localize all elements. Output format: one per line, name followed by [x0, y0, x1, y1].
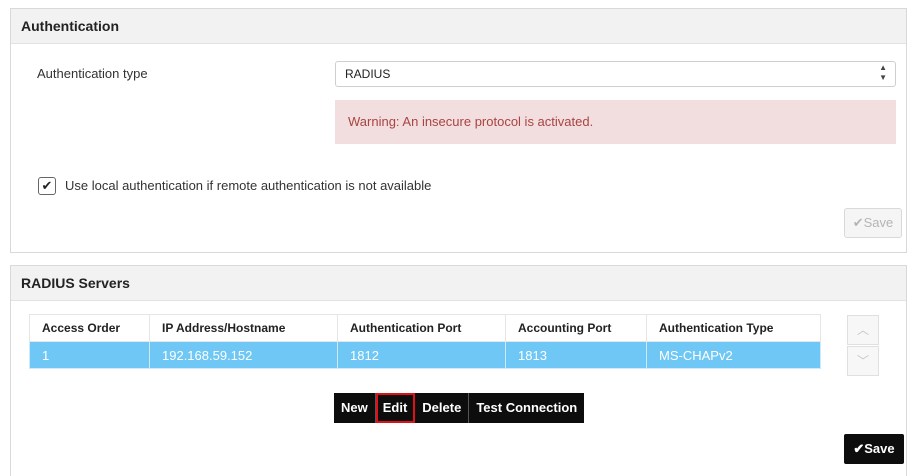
auth-save-label: Save	[863, 215, 894, 230]
auth-type-select[interactable]: RADIUS ▲ ▼	[335, 61, 896, 87]
move-up-button[interactable]: ︿	[847, 315, 879, 345]
table-row[interactable]: 1 192.168.59.152 1812 1813 MS-CHAPv2	[29, 341, 821, 369]
select-arrows-icon: ▲ ▼	[879, 63, 887, 82]
auth-type-selected-value: RADIUS	[345, 67, 391, 81]
chevron-up-icon: ︿	[856, 323, 869, 337]
cell-accounting-port: 1813	[505, 341, 647, 369]
chevron-down-icon: ﹀	[856, 354, 869, 368]
column-header-access-order[interactable]: Access Order	[29, 314, 150, 342]
cell-access-order: 1	[29, 341, 150, 369]
cell-auth-port: 1812	[337, 341, 506, 369]
check-icon: ✔	[41, 178, 53, 193]
radius-servers-title: RADIUS Servers	[11, 266, 906, 301]
local-auth-label[interactable]: Use local authentication if remote authe…	[65, 178, 431, 193]
edit-button[interactable]: Edit	[375, 393, 416, 423]
insecure-protocol-warning: Warning: An insecure protocol is activat…	[335, 100, 896, 144]
cell-ip-address: 192.168.59.152	[149, 341, 338, 369]
column-header-accounting-port[interactable]: Accounting Port	[505, 314, 647, 342]
table-header-row: Access Order IP Address/Hostname Authent…	[29, 314, 821, 342]
check-icon: ✔	[852, 215, 864, 230]
authentication-panel: Authentication Authentication type RADIU…	[10, 8, 907, 253]
new-button[interactable]: New	[334, 393, 376, 423]
radius-save-label: Save	[864, 441, 895, 456]
radius-servers-table: Access Order IP Address/Hostname Authent…	[29, 314, 821, 369]
check-icon: ✔	[853, 441, 865, 456]
radius-servers-panel: RADIUS Servers Access Order IP Address/H…	[10, 265, 907, 476]
server-action-buttons: New Edit Delete Test Connection	[334, 393, 585, 423]
test-connection-button[interactable]: Test Connection	[469, 393, 585, 423]
delete-button[interactable]: Delete	[415, 393, 470, 423]
authentication-panel-title: Authentication	[11, 9, 906, 44]
auth-save-button[interactable]: ✔Save	[844, 208, 902, 238]
move-down-button[interactable]: ﹀	[847, 346, 879, 376]
local-auth-checkbox[interactable]: ✔	[38, 177, 56, 195]
auth-type-label: Authentication type	[37, 66, 148, 81]
radius-save-button[interactable]: ✔Save	[844, 434, 904, 464]
cell-auth-type: MS-CHAPv2	[646, 341, 821, 369]
column-header-auth-type[interactable]: Authentication Type	[646, 314, 821, 342]
column-header-ip-address[interactable]: IP Address/Hostname	[149, 314, 338, 342]
column-header-auth-port[interactable]: Authentication Port	[337, 314, 506, 342]
